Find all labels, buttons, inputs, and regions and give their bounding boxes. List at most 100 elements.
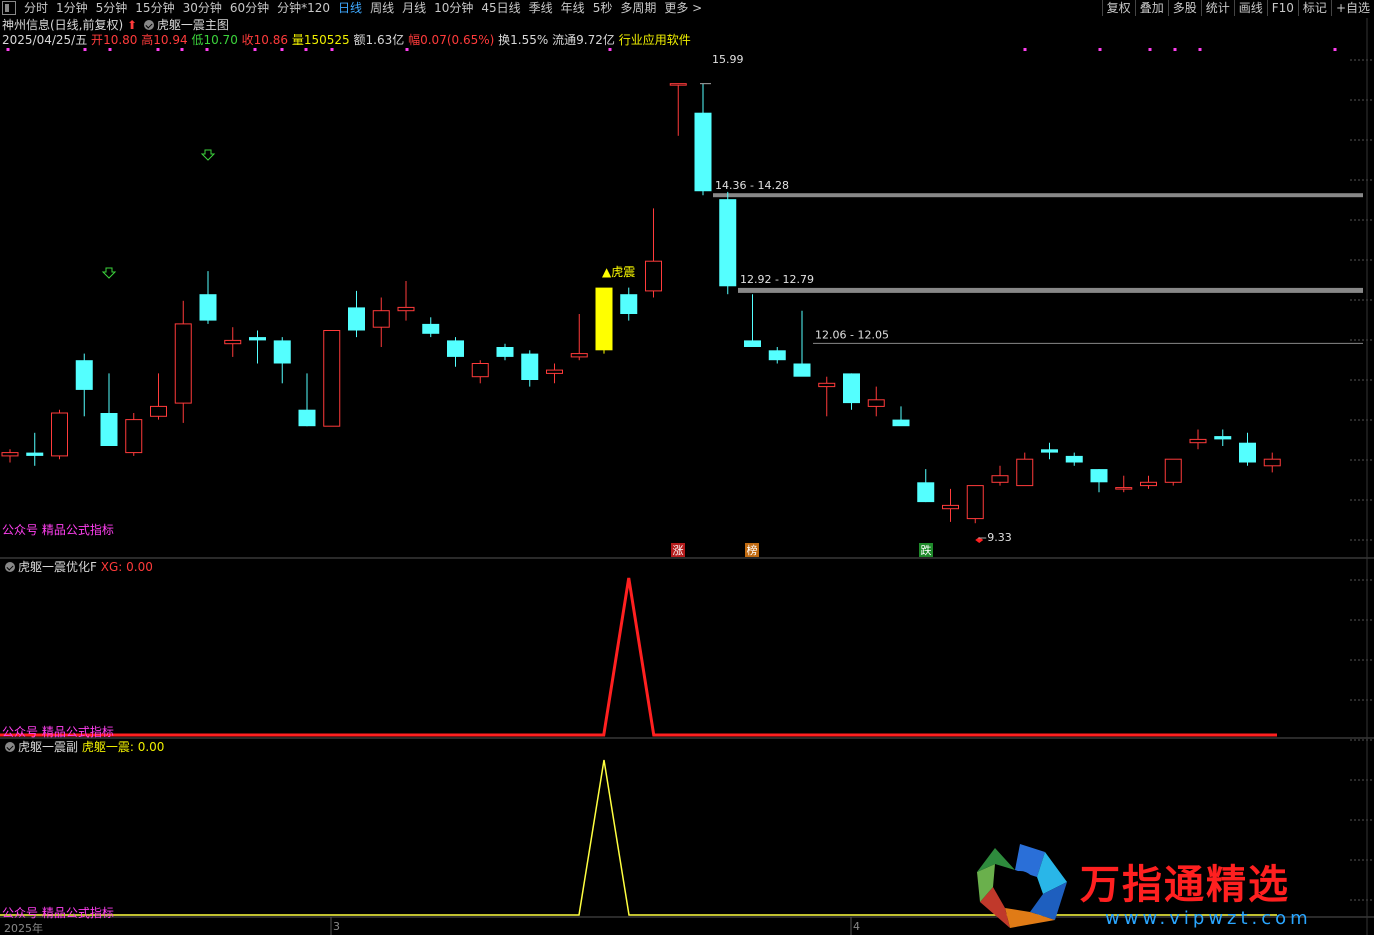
candle-body-down <box>1065 455 1083 463</box>
marker-dot <box>405 48 409 51</box>
indicator-label: 虎躯一震: <box>81 740 134 754</box>
marker-dot <box>156 48 160 51</box>
marker-dot <box>108 48 112 51</box>
sub2-title[interactable]: 虎躯一震副 <box>18 740 78 754</box>
marker-dot <box>1173 48 1177 51</box>
marker-dot <box>83 48 87 51</box>
brand-watermark: 万指通精选 www.vipwzt.com <box>975 842 1370 932</box>
marker-dot <box>1148 48 1152 51</box>
marker-dot <box>253 48 257 51</box>
indicator-value: 0.00 <box>137 740 165 754</box>
candle-body-down <box>620 294 638 314</box>
down-arrow-icon <box>200 149 216 161</box>
xg-series-line <box>0 577 1277 737</box>
candle-body-up <box>942 504 959 510</box>
candle-body-down <box>100 413 118 446</box>
marker-dot <box>304 48 308 51</box>
marker-dot <box>280 48 284 51</box>
candle-body-up <box>966 485 984 520</box>
candle-body-up <box>570 353 588 358</box>
low-marker-label: 9.33 <box>987 531 1012 544</box>
down-arrow-icon <box>101 267 117 279</box>
candle-body-signal <box>595 287 613 351</box>
sub2-title-bar: 虎躯一震副 虎躯一震: 0.00 <box>2 740 164 754</box>
candle-body-up <box>1016 458 1034 487</box>
candle-body-down <box>26 452 44 456</box>
marker-dot <box>6 48 10 51</box>
candle-body-up <box>1189 438 1207 444</box>
marker-dot <box>205 48 209 51</box>
candle-body-up <box>1140 481 1157 487</box>
level-label-3: 12.06 - 12.05 <box>815 328 889 341</box>
candle-body-down <box>249 337 266 341</box>
candle-body-up <box>397 306 415 312</box>
brand-url: www.vipwzt.com <box>1105 908 1312 929</box>
xaxis-label-year: 2025年 <box>4 922 43 935</box>
candle-body-up <box>323 330 341 427</box>
level-line-1 <box>713 193 1363 198</box>
candle-body-down <box>521 353 539 380</box>
candle-body-up <box>991 475 1009 483</box>
candle-body-up <box>51 412 68 457</box>
main-watermark: 公众号 精品公式指标 <box>2 523 114 537</box>
candle-body-down <box>273 340 291 364</box>
brand-logo-icon <box>977 844 1067 928</box>
candle-body-down <box>1041 449 1058 453</box>
chart-canvas[interactable]: 14.36 - 14.28 12.92 - 12.79 12.06 - 12.05 ▲… <box>0 0 1374 935</box>
candle-body-down <box>917 482 935 503</box>
candle-body-up <box>818 382 836 388</box>
badge-1: 榜 <box>747 543 758 557</box>
candle-body-down <box>719 199 737 287</box>
candle-body-down <box>768 350 786 361</box>
marker-dot <box>608 48 612 51</box>
high-marker-label: 15.99 <box>712 53 744 66</box>
sub1-title[interactable]: 虎躯一震优化F <box>18 560 97 574</box>
sub1-title-bar: 虎躯一震优化F XG: 0.00 <box>2 560 153 574</box>
candle-body-up <box>867 399 885 407</box>
candle-body-up <box>1 452 19 457</box>
sub1-watermark: 公众号 精品公式指标 <box>2 725 114 739</box>
xg-value: 0.00 <box>126 560 153 574</box>
xaxis-label-march: 3 <box>333 920 340 933</box>
xg-label: XG: <box>100 560 123 574</box>
marker-dot <box>1098 48 1102 51</box>
candle-body-down <box>447 340 464 357</box>
marker-dot <box>1023 48 1027 51</box>
brand-name: 万指通精选 <box>1080 862 1290 908</box>
signal-label: ▲虎震 <box>602 265 635 279</box>
candle-body-up <box>1115 487 1133 490</box>
candle-body-up <box>645 260 662 292</box>
candle-body-down <box>744 340 761 347</box>
level-line-2 <box>738 287 1363 293</box>
candle-body-up <box>1164 458 1182 483</box>
candle-body-down <box>1239 442 1256 463</box>
candle-body-up <box>546 369 563 374</box>
candle-body-down <box>348 307 365 331</box>
badge-2: 跌 <box>921 543 932 557</box>
candle-body-up <box>1263 458 1281 467</box>
candle-body-down <box>892 419 910 427</box>
level-label-2: 12.92 - 12.79 <box>740 273 814 286</box>
candle-body-down <box>422 323 440 334</box>
dropdown-toggle-icon[interactable] <box>5 562 15 572</box>
candle-body-up <box>174 323 192 404</box>
candle-body-up <box>150 405 167 417</box>
sub2-watermark: 公众号 精品公式指标 <box>2 906 114 920</box>
badge-0: 涨 <box>673 544 684 557</box>
candle-body-up <box>224 339 242 345</box>
candle-body-down <box>1214 436 1232 440</box>
candle-body-down <box>843 373 860 404</box>
candle-body-up <box>372 310 390 328</box>
candle-body-down <box>199 294 217 321</box>
dropdown-toggle-icon[interactable] <box>5 742 15 752</box>
marker-dot <box>1198 48 1202 51</box>
candle-body-down <box>694 112 712 192</box>
marker-dot <box>180 48 184 51</box>
marker-dot <box>1333 48 1337 51</box>
candle-body-down <box>298 409 316 427</box>
candle-body-down <box>793 363 811 377</box>
candle-body-up <box>471 363 489 378</box>
candle-body-up <box>125 419 143 454</box>
level-label-1: 14.36 - 14.28 <box>715 179 789 192</box>
candle-body-up <box>669 83 687 86</box>
